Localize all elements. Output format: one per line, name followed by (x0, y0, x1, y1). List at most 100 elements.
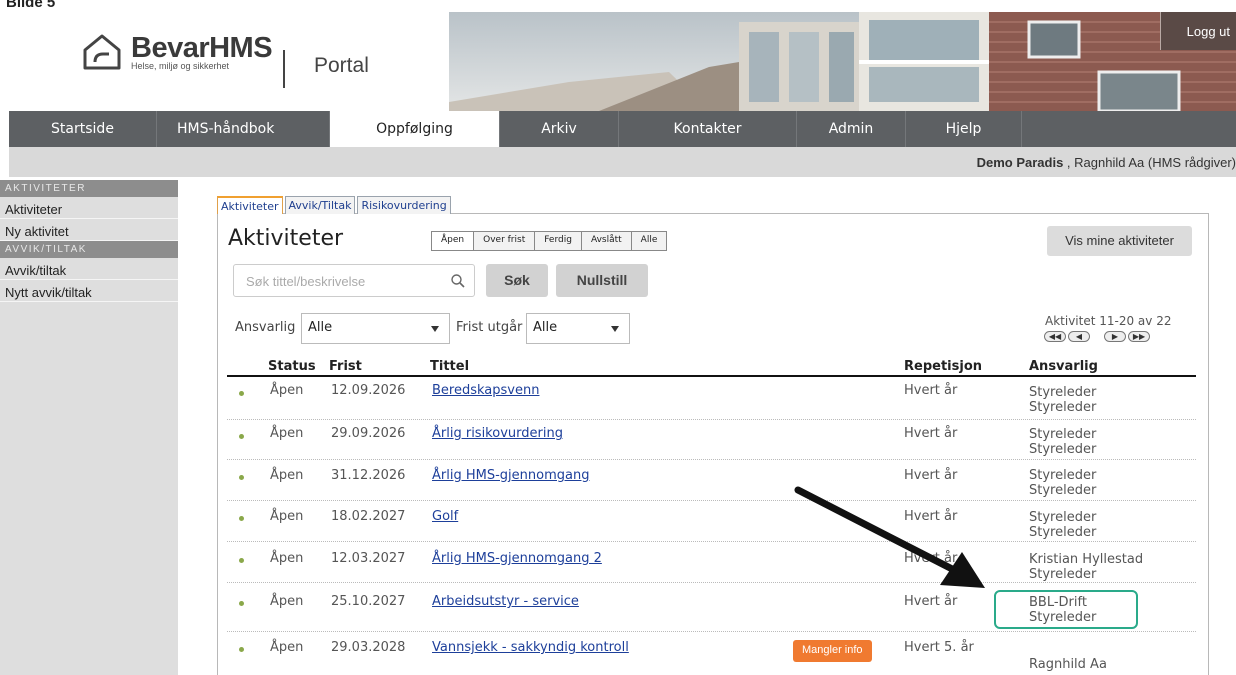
table-row[interactable]: Åpen 29.03.2028 Vannsjekk - sakkyndig ko… (227, 632, 1196, 675)
row-ansvarlig: Kristian Hyllestad Styreleder (1029, 552, 1144, 582)
pager-status: Aktivitet 11-20 av 22 (1045, 314, 1172, 328)
header: BevarHMS Helse, miljø og sikkerhet Porta… (9, 12, 1236, 111)
row-frist: 29.03.2028 (331, 640, 406, 655)
search-input[interactable]: Søk tittel/beskrivelse (233, 264, 475, 297)
frist-label: Frist utgår (456, 320, 523, 335)
row-status: Åpen (270, 594, 304, 609)
sidebar-item-nytt-avvik[interactable]: Nytt avvik/tiltak (0, 280, 178, 302)
user-name: , Ragnhild Aa (HMS rådgiver) (1063, 155, 1236, 170)
search-button[interactable]: Søk (486, 264, 548, 297)
col-ansvarlig[interactable]: Ansvarlig (1029, 359, 1098, 374)
row-status: Åpen (270, 551, 304, 566)
status-dot-icon (239, 475, 244, 480)
row-frist: 29.09.2026 (331, 426, 406, 441)
table-row[interactable]: Åpen 31.12.2026 Årlig HMS-gjennomgang Hv… (227, 460, 1196, 501)
row-tittel-link[interactable]: Beredskapsvenn (432, 383, 539, 398)
ansvarlig-label: Ansvarlig (235, 320, 296, 335)
table-row[interactable]: Åpen 12.03.2027 Årlig HMS-gjennomgang 2 … (227, 542, 1196, 583)
nav-hms-handbok[interactable]: HMS-håndbok (157, 111, 330, 147)
search-placeholder: Søk tittel/beskrivelse (246, 274, 366, 289)
row-status: Åpen (270, 383, 304, 398)
nav-arkiv[interactable]: Arkiv (500, 111, 619, 147)
status-dot-icon (239, 558, 244, 563)
status-filter: Åpen Over frist Ferdig Avslått Alle (431, 231, 668, 251)
sidebar-item-avvik-tiltak[interactable]: Avvik/tiltak (0, 258, 178, 280)
annotation-arrow-icon (794, 486, 985, 588)
reset-button[interactable]: Nullstill (556, 264, 648, 297)
prev-page-button[interactable]: ◀ (1068, 331, 1090, 342)
row-repetisjon: Hvert år (904, 426, 958, 441)
row-frist: 31.12.2026 (331, 468, 406, 483)
filter-apen[interactable]: Åpen (431, 231, 475, 251)
organization-name[interactable]: Demo Paradis (977, 155, 1064, 170)
logo-name: BevarHMS (131, 32, 273, 64)
row-tittel-link[interactable]: Årlig HMS-gjennomgang (432, 468, 589, 483)
filter-ferdig[interactable]: Ferdig (534, 231, 582, 251)
tab-avvik-tiltak[interactable]: Avvik/Tiltak (284, 196, 356, 214)
nav-startside[interactable]: Startside (9, 111, 157, 147)
row-frist: 18.02.2027 (331, 509, 406, 524)
table-row[interactable]: Åpen 18.02.2027 Golf Hvert år Styreleder… (227, 501, 1196, 542)
image-caption: Bilde 5 (6, 0, 56, 11)
content-tabs: Aktiviteter Avvik/Tiltak Risikovurdering (217, 196, 453, 214)
mangler-info-badge[interactable]: Mangler info (793, 640, 872, 662)
logo[interactable]: BevarHMS Helse, miljø og sikkerhet (81, 32, 273, 72)
portal-title: Portal (314, 54, 369, 77)
row-tittel-link[interactable]: Arbeidsutstyr - service (432, 594, 579, 609)
nav-oppfolging[interactable]: Oppfølging (330, 111, 500, 147)
row-tittel-link[interactable]: Vannsjekk - sakkyndig kontroll (432, 640, 629, 655)
tab-aktiviteter[interactable]: Aktiviteter (217, 196, 283, 214)
nav-kontakter[interactable]: Kontakter (619, 111, 797, 147)
ansvarlig-select[interactable]: Alle (301, 313, 450, 344)
filter-avslatt[interactable]: Avslått (580, 231, 632, 251)
ansvarlig-select-value: Alle (308, 320, 333, 335)
row-status: Åpen (270, 509, 304, 524)
pager: ◀◀ ◀ ▶ ▶▶ (1044, 331, 1152, 342)
nav-hjelp[interactable]: Hjelp (906, 111, 1022, 147)
frist-select[interactable]: Alle (526, 313, 630, 344)
house-logo-icon (83, 34, 121, 70)
col-frist[interactable]: Frist (329, 359, 362, 374)
status-dot-icon (239, 391, 244, 396)
chevron-down-icon (611, 326, 619, 332)
next-page-button[interactable]: ▶ (1104, 331, 1126, 342)
last-page-button[interactable]: ▶▶ (1128, 331, 1150, 342)
col-tittel[interactable]: Tittel (430, 359, 469, 374)
col-repetisjon[interactable]: Repetisjon (904, 359, 982, 374)
col-status[interactable]: Status (268, 359, 316, 374)
row-frist: 12.09.2026 (331, 383, 406, 398)
row-tittel-link[interactable]: Årlig risikovurdering (432, 426, 563, 441)
first-page-button[interactable]: ◀◀ (1044, 331, 1066, 342)
user-bar: Demo Paradis , Ragnhild Aa (HMS rådgiver… (9, 147, 1236, 177)
sidebar-heading-aktiviteter: AKTIVITETER (0, 180, 178, 197)
row-status: Åpen (270, 426, 304, 441)
row-ansvarlig: Styreleder Styreleder (1029, 510, 1097, 540)
vis-mine-aktiviteter-button[interactable]: Vis mine aktiviteter (1047, 226, 1192, 256)
sidebar-item-ny-aktivitet[interactable]: Ny aktivitet (0, 219, 178, 241)
sidebar-item-aktiviteter[interactable]: Aktiviteter (0, 197, 178, 219)
row-frist: 25.10.2027 (331, 594, 406, 609)
row-ansvarlig: Styreleder Styreleder (1029, 427, 1097, 457)
row-repetisjon: Hvert 5. år (904, 640, 974, 655)
main-nav: Startside HMS-håndbok Oppfølging Arkiv K… (9, 111, 1236, 147)
sidebar: AKTIVITETER Aktiviteter Ny aktivitet AVV… (0, 180, 178, 675)
row-status: Åpen (270, 640, 304, 655)
filter-alle[interactable]: Alle (630, 231, 668, 251)
building-photo (449, 12, 1236, 111)
table-row[interactable]: Åpen 12.09.2026 Beredskapsvenn Hvert år … (227, 379, 1196, 420)
row-ansvarlig: Ragnhild Aa (1029, 657, 1107, 672)
row-frist: 12.03.2027 (331, 551, 406, 566)
status-dot-icon (239, 434, 244, 439)
row-tittel-link[interactable]: Årlig HMS-gjennomgang 2 (432, 551, 602, 566)
row-ansvarlig: Styreleder Styreleder (1029, 385, 1097, 415)
logout-button[interactable]: Logg ut (1160, 12, 1236, 50)
tab-risikovurdering[interactable]: Risikovurdering (357, 196, 451, 214)
row-tittel-link[interactable]: Golf (432, 509, 458, 524)
table-row[interactable]: Åpen 29.09.2026 Årlig risikovurdering Hv… (227, 420, 1196, 460)
nav-admin[interactable]: Admin (797, 111, 906, 147)
page-title: Aktiviteter (228, 226, 344, 251)
logo-divider (283, 50, 285, 88)
row-status: Åpen (270, 468, 304, 483)
filter-over-frist[interactable]: Over frist (473, 231, 536, 251)
highlight-box (994, 590, 1138, 629)
